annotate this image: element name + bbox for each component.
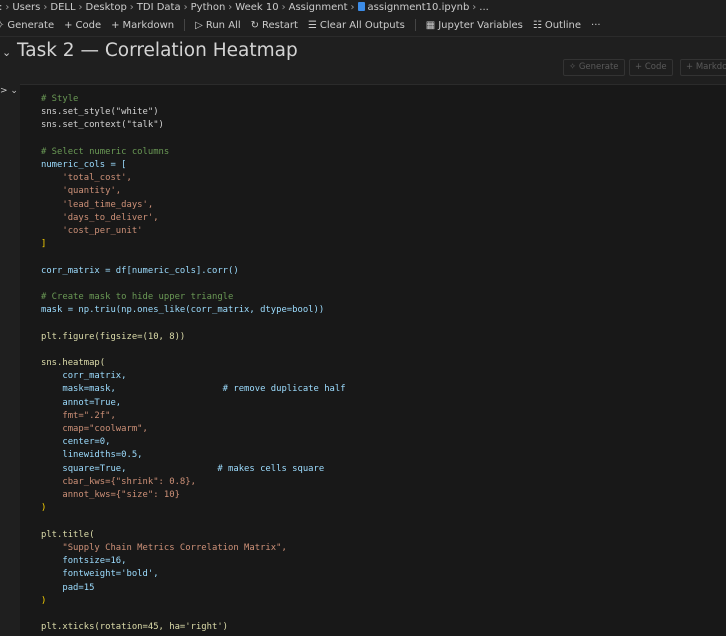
breadcrumb-item-assignment[interactable]: Assignment bbox=[289, 0, 348, 16]
code-line: plt.figure(figsize=(10, 8)) bbox=[41, 331, 186, 342]
restart-icon: ↻ bbox=[250, 20, 259, 31]
breadcrumb-item-drive[interactable]: C: bbox=[0, 0, 2, 16]
insert-generate-button[interactable]: ✧ Generate bbox=[563, 59, 625, 76]
code-line: plt.xticks(rotation=45, ha='right') bbox=[41, 622, 229, 633]
code-line: ) bbox=[41, 595, 47, 606]
clear-all-outputs-button[interactable]: ☰ Clear All Outputs bbox=[308, 16, 405, 36]
code-line: fontsize=16, bbox=[41, 556, 127, 567]
chevron-right-icon: › bbox=[5, 2, 10, 13]
play-icon: ▷ bbox=[195, 20, 203, 31]
breadcrumb-item-file[interactable]: assignment10.ipynb bbox=[368, 0, 470, 16]
chevron-down-icon[interactable]: ⌄ bbox=[8, 86, 18, 96]
code-line: sns.set_context("talk") bbox=[41, 120, 164, 131]
code-line: square=True, # makes cells square bbox=[41, 463, 325, 474]
insert-markdown-button[interactable]: + Markdo bbox=[680, 59, 726, 76]
cell-run-controls[interactable]: > ⌄ bbox=[0, 86, 18, 96]
code-line: 'total_cost', bbox=[41, 173, 132, 184]
code-line: "Supply Chain Metrics Correlation Matrix… bbox=[41, 542, 287, 553]
breadcrumb-item-users[interactable]: Users bbox=[12, 0, 40, 16]
plus-icon: + bbox=[686, 62, 696, 72]
chevron-down-icon[interactable]: ⌄ bbox=[2, 46, 11, 59]
outline-button[interactable]: ☷ Outline bbox=[533, 16, 581, 36]
chevron-right-icon: › bbox=[129, 2, 134, 13]
chevron-right-icon: › bbox=[43, 2, 48, 13]
notebook-toolbar: ✧Generate +Code +Markdown ▷Run All ↻Restart ☰… bbox=[0, 16, 726, 37]
expand-icon[interactable]: > bbox=[0, 86, 8, 96]
code-line: fontweight='bold', bbox=[41, 569, 159, 580]
add-code-button[interactable]: + Code bbox=[64, 16, 101, 36]
code-line: cbar_kws={"shrink": 0.8}, bbox=[41, 476, 196, 487]
code-line: 'days_to_deliver', bbox=[41, 212, 159, 223]
variables-icon: ▦ bbox=[425, 20, 436, 31]
code-editor[interactable]: # Style sns.set_style("white") sns.set_c… bbox=[41, 93, 346, 634]
breadcrumb: C:›Users›DELL›Desktop›TDI Data›Python›We… bbox=[0, 0, 726, 16]
code-line: linewidths=0.5, bbox=[41, 450, 143, 461]
code-line: plt.title( bbox=[41, 529, 95, 540]
code-line: sns.set_style("white") bbox=[41, 107, 159, 118]
code-line: corr_matrix = df[numeric_cols].corr() bbox=[41, 265, 239, 276]
code-line: sns.heatmap( bbox=[41, 358, 106, 369]
plus-icon: + bbox=[111, 20, 120, 31]
breadcrumb-item-python[interactable]: Python bbox=[191, 0, 226, 16]
code-line: mask=mask, # remove duplicate half bbox=[41, 384, 346, 395]
code-line: fmt=".2f", bbox=[41, 410, 116, 421]
breadcrumb-item-dell[interactable]: DELL bbox=[50, 0, 75, 16]
code-line: annot_kws={"size": 10} bbox=[41, 490, 180, 501]
breadcrumb-item-week-10[interactable]: Week 10 bbox=[235, 0, 278, 16]
chevron-right-icon: › bbox=[281, 2, 286, 13]
code-line: annot=True, bbox=[41, 397, 122, 408]
chevron-right-icon: › bbox=[78, 2, 83, 13]
code-line: ) bbox=[41, 503, 47, 514]
code-line: corr_matrix, bbox=[41, 371, 127, 382]
chevron-right-icon: › bbox=[472, 2, 477, 13]
restart-button[interactable]: ↻ Restart bbox=[251, 16, 298, 36]
plus-icon: + bbox=[64, 20, 73, 31]
code-line: 'cost_per_unit' bbox=[41, 226, 143, 237]
code-line: # Select numeric columns bbox=[41, 146, 170, 157]
code-line: 'lead_time_days', bbox=[41, 199, 154, 210]
outline-icon: ☷ bbox=[532, 20, 542, 31]
code-line: cmap="coolwarm", bbox=[41, 424, 148, 435]
code-line: pad=15 bbox=[41, 582, 95, 593]
code-line: mask = np.triu(np.ones_like(corr_matrix,… bbox=[41, 305, 325, 316]
toolbar-divider bbox=[414, 19, 416, 31]
sparkle-icon: ✧ bbox=[0, 16, 4, 36]
add-markdown-button[interactable]: + Markdown bbox=[111, 16, 174, 36]
breadcrumb-item-tdi-data[interactable]: TDI Data bbox=[137, 0, 181, 16]
jupyter-variables-button[interactable]: ▦ Jupyter Variables bbox=[426, 16, 523, 36]
chevron-right-icon: › bbox=[350, 2, 355, 13]
more-actions-button[interactable]: ··· bbox=[591, 16, 601, 36]
insert-code-button[interactable]: + Code bbox=[629, 59, 673, 76]
sparkle-icon: ✧ bbox=[569, 62, 579, 72]
breadcrumb-item-more[interactable]: ... bbox=[479, 0, 489, 16]
code-line: numeric_cols = [ bbox=[41, 160, 127, 171]
code-line: 'quantity', bbox=[41, 186, 122, 197]
file-icon bbox=[357, 2, 365, 11]
markdown-heading: Task 2 — Correlation Heatmap bbox=[17, 40, 298, 61]
code-cell[interactable]: # Style sns.set_style("white") sns.set_c… bbox=[20, 84, 726, 636]
code-line: center=0, bbox=[41, 437, 111, 448]
clear-icon: ☰ bbox=[307, 20, 317, 31]
toolbar-divider bbox=[184, 19, 186, 31]
code-line: # Create mask to hide upper triangle bbox=[41, 292, 234, 303]
insert-cell-toolbar: ✧ Generate + Code + Markdo bbox=[0, 59, 726, 76]
generate-button[interactable]: ✧Generate bbox=[0, 16, 54, 36]
code-line: ] bbox=[41, 239, 47, 250]
run-all-button[interactable]: ▷ Run All bbox=[195, 16, 240, 36]
code-line: # Style bbox=[41, 94, 79, 104]
breadcrumb-item-desktop[interactable]: Desktop bbox=[86, 0, 127, 16]
chevron-right-icon: › bbox=[228, 2, 233, 13]
chevron-right-icon: › bbox=[183, 2, 188, 13]
plus-icon: + bbox=[635, 62, 645, 72]
